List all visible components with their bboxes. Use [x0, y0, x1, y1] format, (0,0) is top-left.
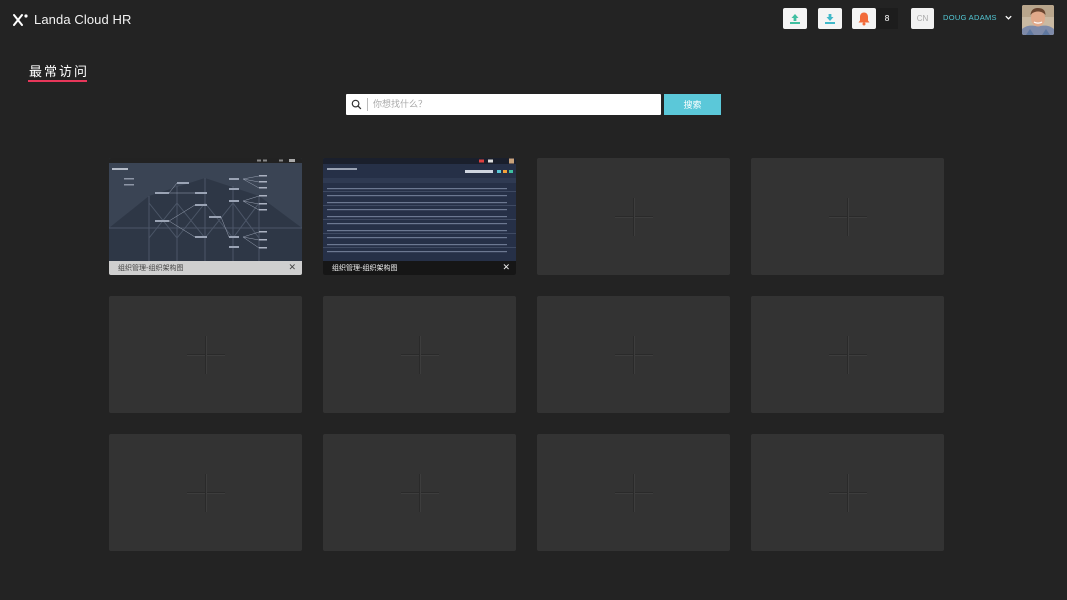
tile-thumbnail: [323, 158, 516, 261]
shortcut-tile-2[interactable]: 组织管理-组织架构图 ✕: [323, 158, 516, 275]
tile-caption-text: 组织管理-组织架构图: [118, 264, 184, 272]
bell-icon: [858, 12, 870, 26]
add-shortcut-tile[interactable]: [109, 296, 302, 413]
shortcut-tile-1[interactable]: 组织管理-组织架构图 ✕: [109, 158, 302, 275]
plus-icon: [401, 474, 439, 512]
plus-icon: [615, 474, 653, 512]
plus-icon: [615, 198, 653, 236]
chevron-down-icon: [1005, 15, 1012, 20]
download-icon: [825, 13, 835, 24]
logo-icon: [13, 13, 28, 26]
tile-caption-text: 组织管理-组织架构图: [332, 264, 398, 272]
search-button[interactable]: 搜索: [664, 94, 721, 115]
tile-caption: 组织管理-组织架构图 ✕: [323, 261, 516, 275]
upload-button[interactable]: [783, 8, 807, 29]
search-box[interactable]: [346, 94, 661, 115]
user-menu[interactable]: DOUG ADAMS: [943, 13, 1013, 22]
search-input[interactable]: [368, 95, 661, 114]
notification-count: 8: [876, 8, 898, 29]
search-icon: [346, 94, 367, 115]
add-shortcut-tile[interactable]: [537, 434, 730, 551]
add-shortcut-tile[interactable]: [537, 158, 730, 275]
notifications-button[interactable]: [852, 8, 876, 29]
avatar[interactable]: [1022, 5, 1054, 35]
plus-icon: [829, 336, 867, 374]
plus-icon: [829, 198, 867, 236]
add-shortcut-tile[interactable]: [537, 296, 730, 413]
close-icon[interactable]: ✕: [288, 263, 296, 273]
plus-icon: [829, 474, 867, 512]
upload-icon: [790, 13, 800, 24]
app-logo[interactable]: Landa Cloud HR: [13, 12, 132, 27]
tile-caption: 组织管理-组织架构图 ✕: [109, 261, 302, 275]
title-underline: [28, 80, 87, 82]
add-shortcut-tile[interactable]: [751, 158, 944, 275]
page-title: 最常访问: [29, 65, 90, 80]
add-shortcut-tile[interactable]: [109, 434, 302, 551]
download-button[interactable]: [818, 8, 842, 29]
user-name: DOUG ADAMS: [943, 13, 997, 22]
language-switch[interactable]: CN: [911, 8, 934, 29]
add-shortcut-tile[interactable]: [323, 434, 516, 551]
app-title: Landa Cloud HR: [34, 12, 132, 27]
add-shortcut-tile[interactable]: [323, 296, 516, 413]
add-shortcut-tile[interactable]: [751, 296, 944, 413]
close-icon[interactable]: ✕: [502, 263, 510, 273]
plus-icon: [187, 474, 225, 512]
tile-thumbnail: [109, 158, 302, 261]
plus-icon: [187, 336, 225, 374]
plus-icon: [615, 336, 653, 374]
add-shortcut-tile[interactable]: [751, 434, 944, 551]
plus-icon: [401, 336, 439, 374]
